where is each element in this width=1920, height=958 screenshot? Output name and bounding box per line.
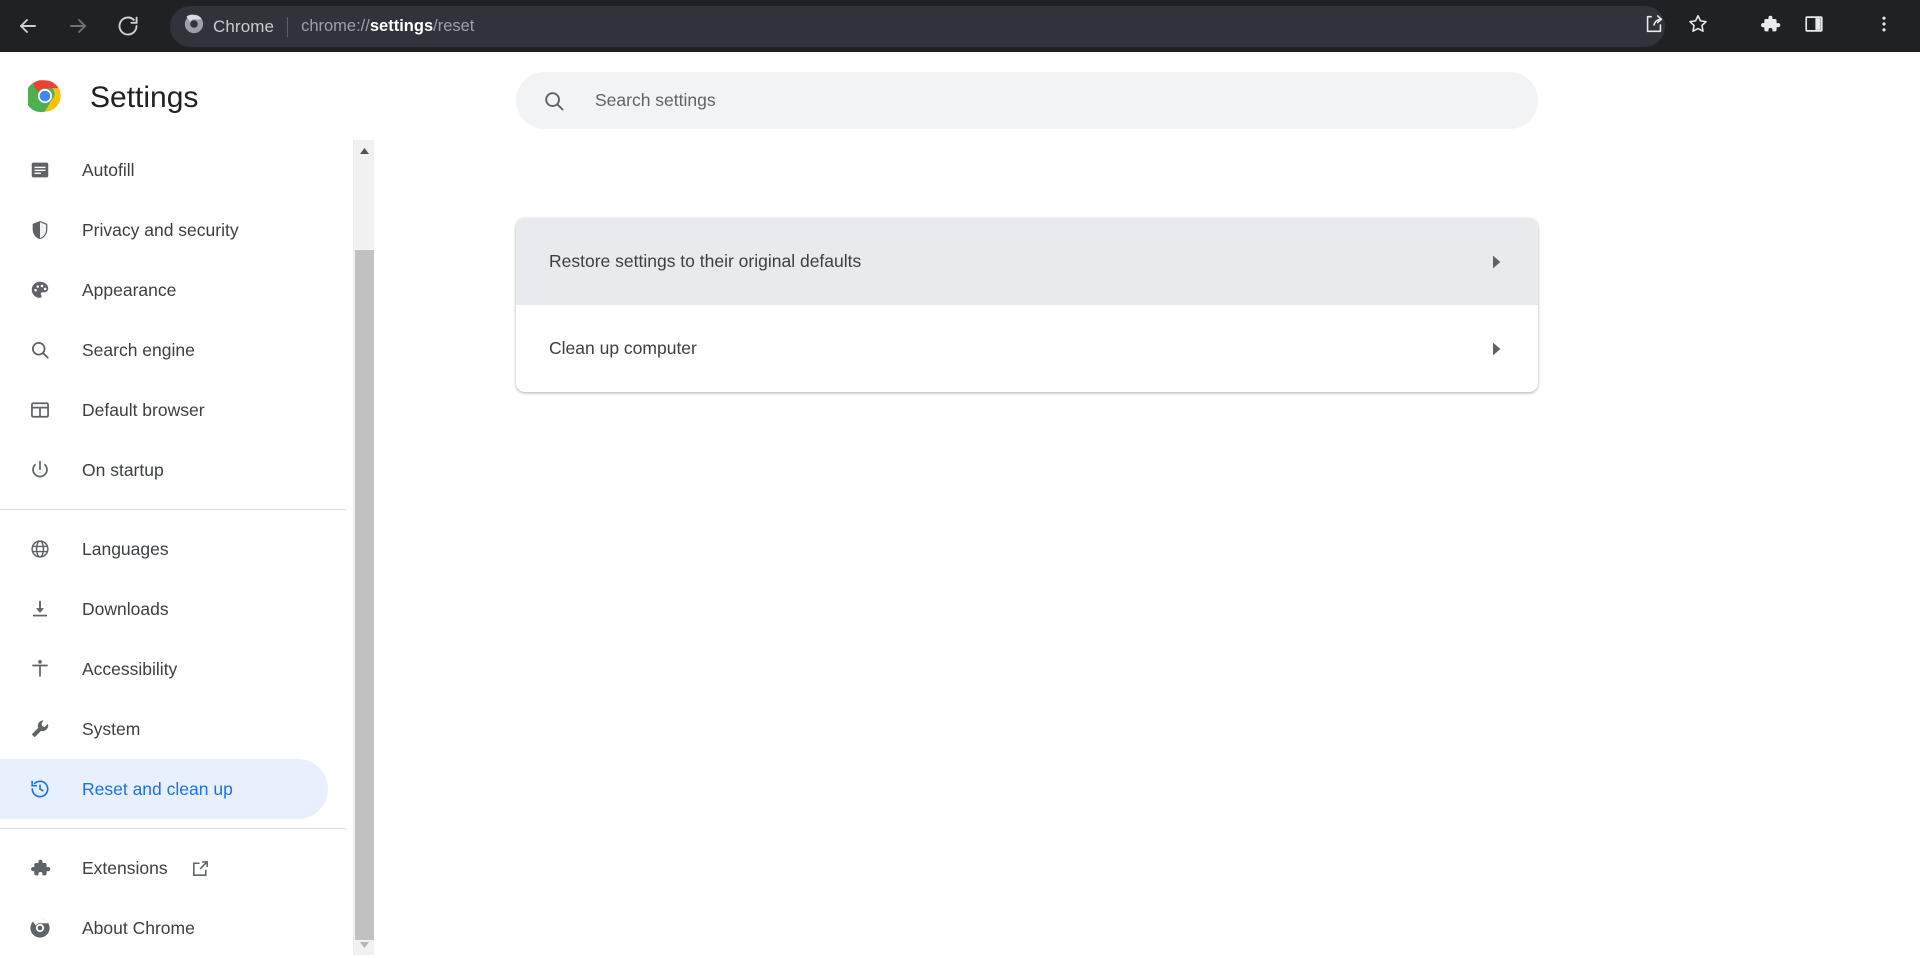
reset-and-clean-up-card: Restore settings to their original defau… xyxy=(516,218,1538,392)
chrome-logo-icon xyxy=(25,79,62,118)
side-panel-button[interactable] xyxy=(1792,4,1836,48)
browser-window-icon xyxy=(28,398,52,422)
search-icon xyxy=(28,338,52,362)
sidebar-scrollbar[interactable] xyxy=(353,140,374,955)
page-title: Settings xyxy=(90,81,199,114)
sidebar-menu: Autofill Privacy and security Appearance… xyxy=(0,140,346,958)
power-icon xyxy=(28,458,52,482)
sidebar-item-label: About Chrome xyxy=(82,917,195,938)
sidebar-item-default-browser[interactable]: Default browser xyxy=(0,380,328,440)
back-button[interactable] xyxy=(6,4,50,48)
side-panel-icon xyxy=(1803,13,1825,40)
history-restore-icon xyxy=(28,777,52,801)
sidebar-item-autofill[interactable]: Autofill xyxy=(0,140,328,200)
sidebar-item-label: Autofill xyxy=(82,159,135,180)
sidebar-item-label: Reset and clean up xyxy=(82,778,233,799)
sidebar-item-label: Accessibility xyxy=(82,658,178,679)
sidebar-item-label: Appearance xyxy=(82,279,177,300)
autofill-icon xyxy=(28,158,52,182)
search-settings-bar[interactable] xyxy=(516,72,1538,129)
sidebar-item-label: Search engine xyxy=(82,339,195,360)
puzzle-icon xyxy=(28,856,52,880)
settings-header: Settings xyxy=(0,70,198,126)
sidebar-divider-1 xyxy=(0,509,346,510)
shield-icon xyxy=(28,218,52,242)
reload-button[interactable] xyxy=(106,4,150,48)
omnibox-divider xyxy=(287,16,289,37)
accessibility-icon xyxy=(28,657,52,681)
bookmark-button[interactable] xyxy=(1676,4,1720,48)
sidebar-item-downloads[interactable]: Downloads xyxy=(0,579,328,639)
settings-sidebar: Settings Autofill Privacy and security A… xyxy=(0,52,374,958)
sidebar-item-system[interactable]: System xyxy=(0,699,328,759)
url-strong: settings xyxy=(369,17,434,35)
search-icon xyxy=(542,89,566,113)
download-icon xyxy=(28,597,52,621)
scroll-down-arrow-icon[interactable] xyxy=(354,934,375,955)
sidebar-item-label: On startup xyxy=(82,459,164,480)
chevron-right-icon xyxy=(1486,251,1508,273)
sidebar-item-label: Downloads xyxy=(82,598,169,619)
sidebar-item-label: Default browser xyxy=(82,399,205,420)
extensions-button[interactable] xyxy=(1748,4,1792,48)
bookmark-star-icon xyxy=(1687,13,1709,40)
restore-settings-row[interactable]: Restore settings to their original defau… xyxy=(516,218,1538,305)
sidebar-item-label: System xyxy=(82,718,141,739)
chrome-menu-button[interactable] xyxy=(1862,4,1906,48)
open-in-new-icon xyxy=(190,858,211,879)
clean-up-computer-row[interactable]: Clean up computer xyxy=(516,305,1538,392)
url-suffix: /reset xyxy=(433,17,475,35)
settings-page: Settings Autofill Privacy and security A… xyxy=(0,52,1920,955)
forward-button[interactable] xyxy=(56,4,100,48)
browser-toolbar: Chrome chrome://settings/reset xyxy=(0,0,1920,52)
row-label: Restore settings to their original defau… xyxy=(549,251,862,271)
sidebar-item-privacy-and-security[interactable]: Privacy and security xyxy=(0,200,328,260)
row-label: Clean up computer xyxy=(549,338,697,358)
sidebar-item-label: Languages xyxy=(82,538,169,559)
sidebar-item-accessibility[interactable]: Accessibility xyxy=(0,639,328,699)
share-button[interactable] xyxy=(1632,4,1676,48)
reload-icon xyxy=(116,14,140,38)
wrench-icon xyxy=(28,717,52,741)
omnibox-url-text[interactable]: chrome://settings/reset xyxy=(301,17,474,36)
sidebar-item-label: Extensions xyxy=(82,857,168,878)
sidebar-item-on-startup[interactable]: On startup xyxy=(0,440,328,500)
sidebar-item-languages[interactable]: Languages xyxy=(0,519,328,579)
more-vert-icon xyxy=(1874,14,1894,39)
chrome-logo-icon xyxy=(184,14,204,39)
extensions-puzzle-icon xyxy=(1759,13,1781,40)
globe-icon xyxy=(28,537,52,561)
sidebar-divider-2 xyxy=(0,828,346,829)
back-arrow-icon xyxy=(16,14,40,38)
chrome-outline-icon xyxy=(28,916,52,940)
omnibox-chip-label: Chrome xyxy=(213,16,275,36)
sidebar-item-search-engine[interactable]: Search engine xyxy=(0,320,328,380)
settings-main: Reset and clean up Restore settings to t… xyxy=(374,52,1920,955)
share-icon xyxy=(1643,13,1665,40)
scrollbar-thumb[interactable] xyxy=(355,250,374,940)
sidebar-item-label: Privacy and security xyxy=(82,219,239,240)
omnibox-chrome-chip: Chrome xyxy=(184,14,287,39)
url-prefix: chrome:// xyxy=(301,17,370,35)
scroll-up-arrow-icon[interactable] xyxy=(354,140,375,161)
sidebar-item-reset-and-clean-up[interactable]: Reset and clean up xyxy=(0,759,328,819)
forward-arrow-icon xyxy=(66,14,90,38)
palette-icon xyxy=(28,278,52,302)
toolbar-actions xyxy=(1632,0,1920,52)
omnibox[interactable]: Chrome chrome://settings/reset xyxy=(170,6,1665,47)
sidebar-item-extensions[interactable]: Extensions xyxy=(0,838,328,898)
sidebar-item-about-chrome[interactable]: About Chrome xyxy=(0,898,328,958)
sidebar-item-appearance[interactable]: Appearance xyxy=(0,260,328,320)
chevron-right-icon xyxy=(1486,338,1508,360)
search-input[interactable] xyxy=(595,85,1495,116)
